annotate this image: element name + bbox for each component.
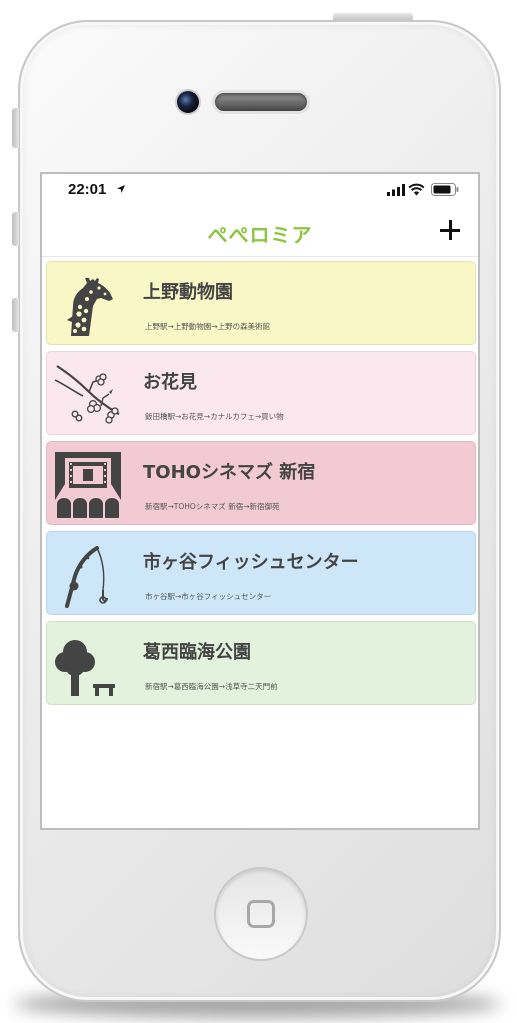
battery-icon	[431, 183, 459, 196]
plan-route: 市ヶ谷駅→市ヶ谷フィッシュセンター	[145, 592, 272, 601]
plan-route: 新宿駅→葛西臨海公園→浅草寺二天門前	[145, 682, 278, 691]
movie-theater-icon	[55, 452, 121, 518]
plan-route: 上野駅→上野動物園→上野の森美術館	[145, 322, 271, 331]
plan-card-kasai-rinkai-park[interactable]: 葛西臨海公園 新宿駅→葛西臨海公園→浅草寺二天門前	[46, 621, 476, 705]
screen: 22:01 ぺぺロミア 上野動物園 上野駅→上野動物園→上野の森美術館 お花見 …	[40, 172, 480, 830]
plan-title: 市ヶ谷フィッシュセンター	[143, 552, 359, 573]
camera-icon	[177, 91, 199, 113]
volume-up-button	[12, 212, 19, 246]
app-title: ぺぺロミア	[207, 223, 313, 247]
speaker-grille	[215, 93, 307, 111]
plan-title: お花見	[143, 372, 197, 393]
fishing-rod-icon	[65, 546, 108, 608]
home-button[interactable]	[214, 867, 308, 961]
plan-route: 飯田橋駅→お花見→カナルカフェ→買い物	[145, 412, 284, 421]
plan-title: TOHOシネマズ 新宿	[143, 462, 316, 483]
tree-bench-icon	[55, 640, 115, 696]
status-time: 22:01	[68, 181, 107, 198]
plan-card-ueno-zoo[interactable]: 上野動物園 上野駅→上野動物園→上野の森美術館	[46, 261, 476, 345]
cherry-blossom-branch-icon	[54, 365, 120, 424]
signal-icon	[387, 184, 405, 196]
add-plan-button[interactable]	[438, 218, 462, 242]
plan-title: 葛西臨海公園	[143, 642, 251, 663]
plan-card-toho-cinemas[interactable]: TOHOシネマズ 新宿 新宿駅→TOHOシネマズ 新宿→新宿御苑	[46, 441, 476, 525]
status-bar: 22:01	[42, 174, 478, 206]
giraffe-icon	[67, 278, 113, 336]
home-square-icon	[247, 900, 275, 928]
mute-switch	[12, 108, 19, 148]
location-arrow-icon	[117, 185, 125, 193]
plan-card-ohanami[interactable]: お花見 飯田橋駅→お花見→カナルカフェ→買い物	[46, 351, 476, 435]
plan-card-ichigaya-fish-center[interactable]: 市ヶ谷フィッシュセンター 市ヶ谷駅→市ヶ谷フィッシュセンター	[46, 531, 476, 615]
plan-route: 新宿駅→TOHOシネマズ 新宿→新宿御苑	[145, 502, 280, 511]
volume-down-button	[12, 298, 19, 332]
plan-list: 上野動物園 上野駅→上野動物園→上野の森美術館 お花見 飯田橋駅→お花見→カナル…	[46, 261, 476, 711]
navigation-bar: ぺぺロミア	[42, 206, 478, 257]
wifi-icon	[408, 183, 425, 196]
plan-title: 上野動物園	[143, 282, 233, 303]
